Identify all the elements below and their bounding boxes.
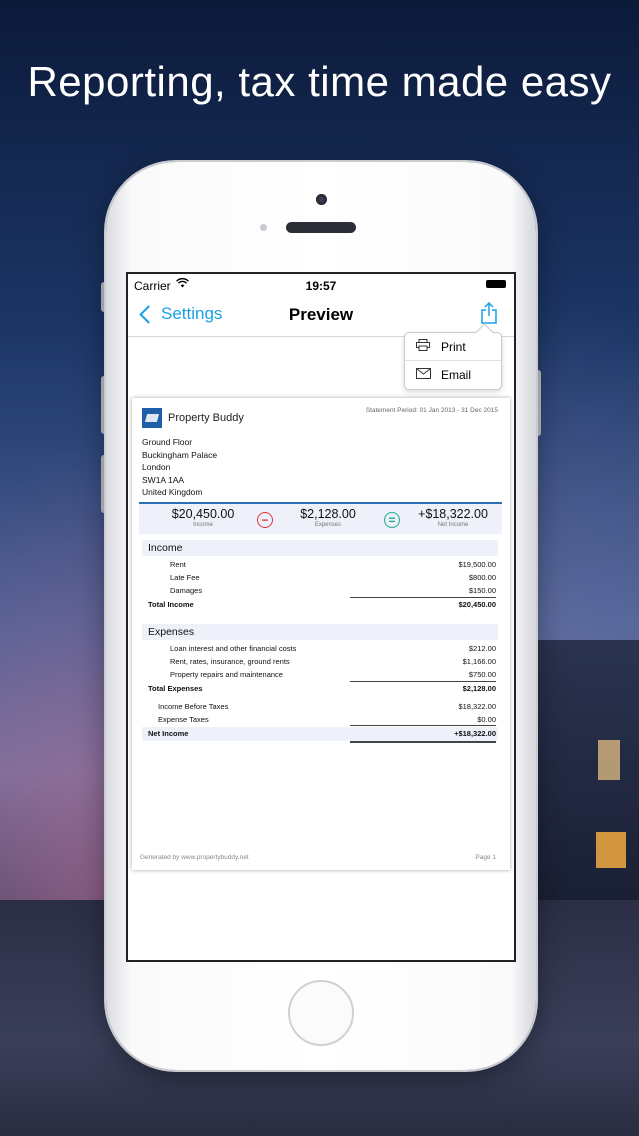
- report-footer: Generated by www.propertybuddy.net Page …: [140, 854, 496, 861]
- summary-value: $20,450.00: [171, 507, 235, 521]
- home-button[interactable]: [288, 980, 354, 1046]
- report-preview: Property Buddy Statement Period: 01 Jan …: [132, 398, 510, 870]
- menu-item-print[interactable]: Print: [405, 333, 501, 361]
- address-line: United Kingdom: [142, 487, 203, 497]
- printer-icon: [415, 339, 431, 354]
- summary-value: +$18,322.00: [418, 507, 488, 521]
- total-income-row: Total Income $20,450.00: [148, 600, 496, 609]
- expense-row: Rent, rates, insurance, ground rents $1,1…: [170, 657, 496, 666]
- summary-bar: $20,450.00 Income − $2,128.00 Expenses =…: [139, 502, 502, 534]
- summary-label: Income: [193, 522, 213, 528]
- page-title: Preview: [288, 305, 354, 324]
- share-icon[interactable]: [480, 301, 498, 324]
- divider: [350, 597, 496, 598]
- divider: [350, 681, 496, 682]
- equals-icon: =: [384, 512, 400, 528]
- summary-value: $2,128.00: [300, 507, 356, 521]
- menu-item-label: Email: [441, 367, 472, 382]
- income-row: Late Fee $800.00: [170, 573, 496, 582]
- share-menu: Print Email: [404, 323, 502, 390]
- expense-row: Loan interest and other financial costs $…: [170, 644, 496, 653]
- phone-screen: Carrier 19:57 Settings Preview Print Ema…: [126, 272, 516, 962]
- proximity-sensor: [260, 224, 267, 231]
- statement-period: Statement Period: 01 Jan 2013 - 31 Dec 2…: [365, 407, 498, 414]
- income-row: Rent $19,500.00: [170, 560, 496, 569]
- front-camera: [316, 194, 327, 205]
- income-before-taxes-row: Income Before Taxes $18,322.00: [158, 702, 496, 711]
- expenses-section-header: Expenses: [142, 624, 498, 640]
- income-section-header: Income: [142, 540, 498, 556]
- menu-item-email[interactable]: Email: [405, 361, 501, 388]
- battery-icon: [486, 280, 506, 288]
- brand-name: Property Buddy: [168, 412, 244, 424]
- house-window: [596, 832, 626, 868]
- house-window: [598, 740, 620, 780]
- address-line: Ground Floor: [142, 437, 193, 447]
- minus-icon: −: [257, 512, 273, 528]
- brand-logo-icon: [142, 408, 162, 428]
- divider: [350, 725, 496, 726]
- envelope-icon: [415, 367, 431, 382]
- summary-expenses: $2,128.00 Expenses: [285, 507, 371, 528]
- address-line: London: [142, 462, 171, 472]
- address-line: SW1A 1AA: [142, 474, 185, 485]
- address-line: Buckingham Palace: [142, 449, 218, 460]
- summary-label: Net Income: [437, 522, 469, 528]
- address-block: Ground Floor Buckingham Palace London SW…: [142, 436, 217, 499]
- status-time: 19:57: [305, 279, 337, 293]
- total-expenses-row: Total Expenses $2,128.00: [148, 684, 496, 693]
- summary-income: $20,450.00 Income: [157, 507, 249, 528]
- navigation-bar: Settings Preview: [128, 296, 514, 337]
- net-income-row: Net Income +$18,322.00: [148, 729, 496, 738]
- double-divider: [350, 741, 496, 743]
- status-bar: Carrier 19:57: [128, 274, 514, 296]
- generated-by: Generated by www.propertybuddy.net: [140, 854, 249, 861]
- earpiece-speaker: [286, 222, 356, 233]
- summary-net: +$18,322.00 Net Income: [407, 507, 499, 528]
- page-number: Page 1: [475, 854, 496, 861]
- menu-item-label: Print: [441, 339, 466, 354]
- summary-label: Expenses: [314, 522, 342, 528]
- headline: Reporting, tax time made easy: [27, 58, 612, 105]
